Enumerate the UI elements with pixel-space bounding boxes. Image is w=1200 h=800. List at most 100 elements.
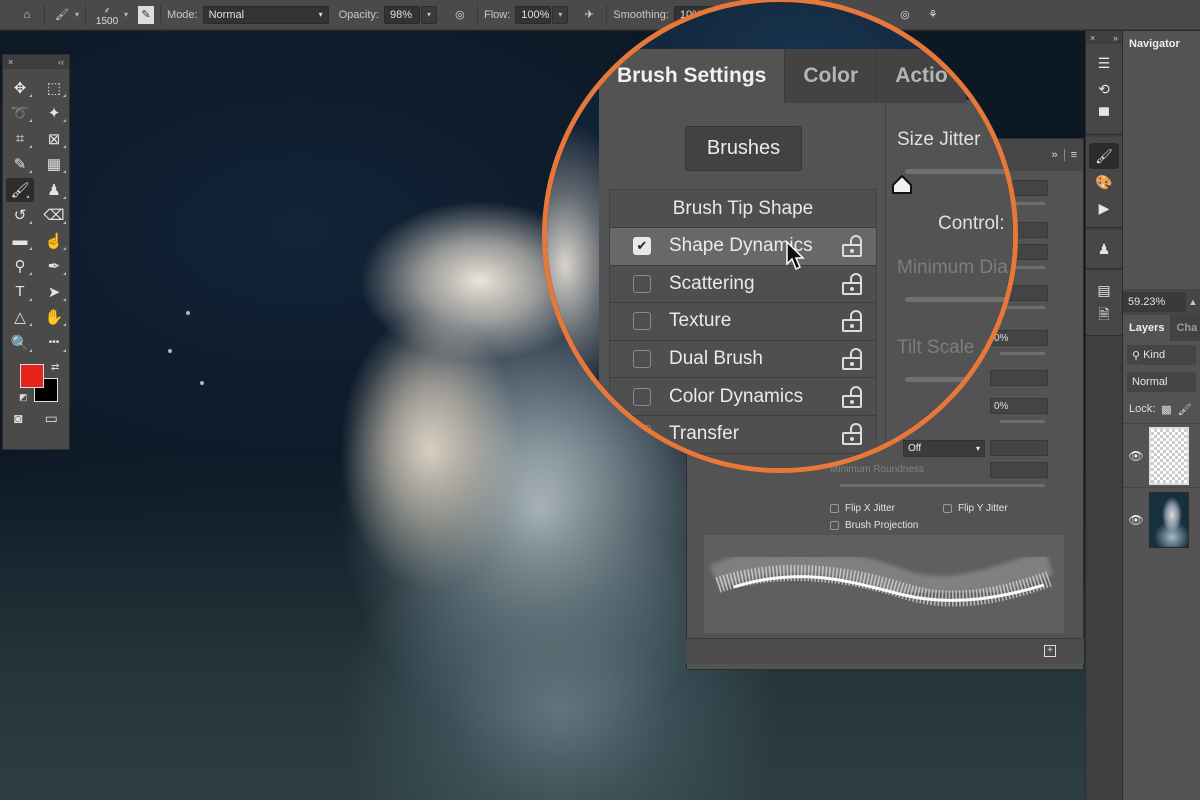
layer-row[interactable]: 👁: [1123, 423, 1200, 487]
option-checkbox[interactable]: [633, 312, 651, 331]
unlock-icon[interactable]: [842, 272, 862, 295]
move-tool[interactable]: ✥: [3, 75, 37, 101]
libraries-icon[interactable]: ▀: [1086, 102, 1122, 128]
default-colors-icon[interactable]: ◩: [19, 392, 28, 403]
checkbox[interactable]: [943, 504, 952, 513]
close-icon[interactable]: ×: [1090, 33, 1095, 43]
brush-projection-checkbox[interactable]: Brush Projection: [830, 520, 918, 531]
flow-input[interactable]: 100%: [515, 5, 552, 24]
healing-brush-tool[interactable]: ▦: [37, 152, 71, 178]
visibility-eye-icon[interactable]: 👁: [1123, 449, 1149, 463]
expand-icon[interactable]: »: [1113, 33, 1118, 43]
zoom-out-icon[interactable]: ▲: [1186, 297, 1200, 307]
brush-option-row[interactable]: Dual Brush: [610, 341, 876, 379]
brushes-button[interactable]: Brushes: [685, 126, 802, 171]
zoom-tool[interactable]: 🔍: [3, 330, 37, 356]
adjustments-icon[interactable]: ☰: [1086, 50, 1122, 76]
screen-mode-icon[interactable]: ▭: [45, 410, 58, 427]
opacity-dropdown[interactable]: ▾: [420, 5, 437, 24]
dodge-tool[interactable]: ⚲: [3, 254, 37, 280]
lasso-tool[interactable]: ➰: [3, 101, 37, 127]
new-brush-icon[interactable]: +: [1044, 645, 1056, 657]
expand-icon[interactable]: »: [1051, 149, 1057, 161]
home-icon[interactable]: ⌂: [16, 4, 38, 26]
shape-tool[interactable]: △: [3, 305, 37, 331]
visibility-eye-icon[interactable]: 👁: [1123, 513, 1149, 527]
brush-tool[interactable]: 🖌: [6, 178, 34, 202]
pen-tool[interactable]: ✒: [37, 254, 71, 280]
eyedropper-tool[interactable]: ✎: [3, 152, 37, 178]
size-jitter-slider-thumb[interactable]: [891, 173, 913, 195]
tab-navigator[interactable]: Navigator: [1123, 31, 1200, 57]
unlock-icon[interactable]: [842, 235, 862, 258]
swap-colors-icon[interactable]: ⇄: [51, 362, 59, 373]
option-checkbox[interactable]: [633, 350, 651, 369]
zoom-level-input[interactable]: 59.23%: [1123, 292, 1186, 312]
brush-settings-icon[interactable]: 🖌: [1089, 143, 1119, 169]
unlock-icon[interactable]: [842, 310, 862, 333]
tab-brush-settings[interactable]: Brush Settings: [599, 49, 785, 103]
size-jitter-slider-track[interactable]: [905, 169, 1013, 174]
opacity-input[interactable]: 98%: [383, 5, 420, 24]
tab-actions[interactable]: Actio: [876, 49, 966, 103]
lock-pixels-icon[interactable]: 🖌: [1178, 403, 1192, 416]
history-brush-tool[interactable]: ↺: [3, 203, 37, 229]
brush-preset-picker[interactable]: 🖌: [51, 4, 73, 26]
type-tool[interactable]: T: [3, 279, 37, 305]
clone-stamp-tool[interactable]: ♟: [37, 177, 71, 203]
brush-option-row[interactable]: Texture: [610, 303, 876, 341]
brush-option-row[interactable]: Transfer: [610, 416, 876, 454]
option-checkbox[interactable]: [633, 274, 651, 293]
eraser-tool[interactable]: ⌫: [37, 203, 71, 229]
brush-option-row[interactable]: Scattering: [610, 266, 876, 304]
swatches-icon[interactable]: 🎨: [1086, 169, 1122, 195]
checkbox[interactable]: [830, 504, 839, 513]
option-checkbox[interactable]: [633, 387, 651, 406]
hand-tool[interactable]: ✋: [37, 305, 71, 331]
actions-play-icon[interactable]: ▶: [1086, 195, 1122, 221]
unlock-icon[interactable]: [842, 423, 862, 446]
menu-icon[interactable]: ≡: [1071, 149, 1077, 161]
layer-row[interactable]: 👁: [1123, 487, 1200, 551]
crop-tool[interactable]: ⌗: [3, 126, 37, 152]
chevron-down-icon[interactable]: ▾: [75, 10, 79, 19]
minimum-diameter-slider-track[interactable]: [905, 297, 1013, 302]
frame-tool[interactable]: ⊠: [37, 126, 71, 152]
option-checkbox[interactable]: ✔: [633, 237, 651, 256]
mode-select[interactable]: Normal ▾: [202, 5, 329, 24]
collapse-icon[interactable]: ‹‹: [58, 57, 64, 67]
history-icon[interactable]: ⟲: [1086, 76, 1122, 102]
layer-filter-select[interactable]: ⚲ Kind: [1127, 345, 1196, 365]
magic-wand-tool[interactable]: ✦: [37, 101, 71, 127]
properties-icon[interactable]: ▤: [1086, 277, 1122, 303]
minimum-roundness-slider[interactable]: [840, 484, 1045, 487]
pressure-opacity-icon[interactable]: ◎: [449, 4, 471, 26]
brush-option-row[interactable]: Color Dynamics: [610, 378, 876, 416]
tab-channels[interactable]: Cha: [1170, 315, 1200, 341]
brush-size-picker[interactable]: ⸙ 1500: [92, 3, 122, 27]
flip-x-jitter-checkbox[interactable]: Flip X Jitter: [830, 503, 895, 514]
close-icon[interactable]: ×: [8, 57, 13, 67]
navigator-preview[interactable]: [1123, 57, 1200, 289]
unlock-icon[interactable]: [842, 348, 862, 371]
path-selection-tool[interactable]: ➤: [37, 279, 71, 305]
brush-tip-shape-item[interactable]: Brush Tip Shape: [610, 190, 876, 228]
blend-mode-select[interactable]: Normal: [1127, 372, 1196, 392]
gradient-tool[interactable]: ▬: [3, 228, 37, 254]
option-checkbox[interactable]: [633, 425, 651, 444]
smudge-tool[interactable]: ☝: [37, 228, 71, 254]
tab-color[interactable]: Color: [784, 49, 877, 103]
marquee-tool[interactable]: ⬚: [37, 75, 71, 101]
chevron-down-icon[interactable]: ▾: [124, 10, 128, 19]
clone-source-icon[interactable]: ♟: [1086, 236, 1122, 262]
quick-mask-icon[interactable]: ◙: [14, 410, 22, 427]
brush-settings-toggle-icon[interactable]: ✎: [138, 5, 155, 24]
tilt-scale-slider-track[interactable]: [905, 377, 985, 382]
notes-icon[interactable]: 🗎: [1086, 303, 1122, 329]
tab-layers[interactable]: Layers: [1123, 315, 1171, 341]
flip-y-jitter-checkbox[interactable]: Flip Y Jitter: [943, 503, 1008, 514]
unlock-icon[interactable]: [842, 385, 862, 408]
more-tools[interactable]: •••: [37, 330, 71, 356]
foreground-color-swatch[interactable]: [20, 363, 44, 388]
brush-option-row[interactable]: ✔ Shape Dynamics: [610, 228, 876, 266]
